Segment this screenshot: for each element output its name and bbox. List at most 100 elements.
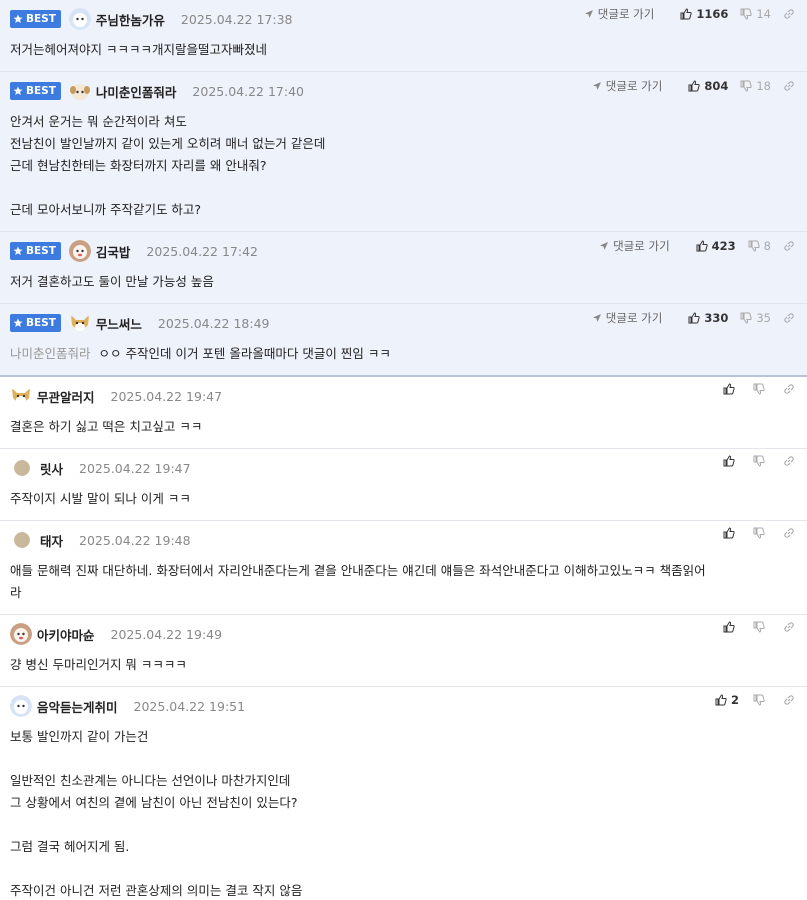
link-button[interactable] bbox=[783, 80, 799, 92]
thumbs-up-icon bbox=[680, 8, 693, 20]
avatar[interactable] bbox=[69, 312, 91, 334]
comment: 릿사 2025.04.22 19:47 주작이지 시발 말이 되나 이게 ㅋㅋ bbox=[0, 449, 807, 521]
arrow-icon bbox=[584, 10, 593, 18]
comment-author[interactable]: 무관알러지 bbox=[37, 387, 95, 406]
goto-reply-link[interactable]: 댓글로 가기 bbox=[592, 310, 662, 326]
avatar[interactable] bbox=[10, 385, 32, 407]
comment-date: 2025.04.22 19:48 bbox=[79, 532, 191, 548]
thumbs-down-icon bbox=[753, 455, 765, 467]
comment-author[interactable]: 릿사 bbox=[40, 459, 63, 478]
comment-body: 애들 문해력 진짜 대단하네. 화장터에서 자리안내준다는게 곁을 안내준다는 … bbox=[10, 563, 706, 600]
best-badge: BEST bbox=[10, 242, 61, 260]
comment-author[interactable]: 나미춘인폼줘라 bbox=[96, 82, 177, 101]
downvote-button[interactable]: 18 bbox=[740, 79, 771, 93]
thumbs-up-icon bbox=[688, 312, 701, 324]
thumbs-up-icon bbox=[696, 240, 708, 252]
thumbs-down-icon bbox=[740, 312, 753, 324]
comment: 아키야마슌 2025.04.22 19:49 걍 병신 두마리인거지 뭐 ㅋㅋㅋ… bbox=[0, 615, 807, 687]
best-badge: BEST bbox=[10, 314, 61, 332]
link-button[interactable] bbox=[783, 621, 799, 633]
comment-author[interactable]: 주님한놈가유 bbox=[96, 10, 165, 29]
arrow-icon bbox=[600, 242, 609, 250]
link-icon bbox=[784, 384, 794, 394]
reply-to-nick[interactable]: 나미춘인폼줘라 bbox=[10, 346, 91, 361]
upvote-button[interactable]: 330 bbox=[688, 311, 728, 325]
upvote-button[interactable] bbox=[723, 527, 739, 539]
comment-author[interactable]: 태자 bbox=[40, 531, 63, 550]
best-comment: BEST 무느써느 2025.04.22 18:49 댓글로 가기 330 35… bbox=[0, 304, 807, 377]
best-badge: BEST bbox=[10, 82, 61, 100]
downvote-button[interactable] bbox=[753, 621, 769, 633]
comment-author[interactable]: 무느써느 bbox=[96, 314, 142, 333]
star-icon bbox=[13, 86, 23, 95]
link-button[interactable] bbox=[783, 8, 799, 20]
thumbs-down-icon bbox=[753, 383, 765, 395]
avatar[interactable] bbox=[69, 80, 91, 102]
comment-body: 결혼은 하기 싫고 떡은 치고싶고 ㅋㅋ bbox=[10, 419, 203, 434]
upvote-button[interactable]: 423 bbox=[696, 239, 736, 253]
downvote-button[interactable] bbox=[753, 383, 769, 395]
goto-reply-link[interactable]: 댓글로 가기 bbox=[584, 6, 654, 22]
thumbs-up-icon bbox=[688, 80, 701, 92]
downvote-button[interactable] bbox=[753, 527, 769, 539]
best-comment: BEST 주님한놈가유 2025.04.22 17:38 댓글로 가기 1166… bbox=[0, 0, 807, 72]
comment-author[interactable]: 음악듣는게취미 bbox=[37, 697, 118, 716]
avatar[interactable] bbox=[14, 460, 30, 476]
goto-reply-link[interactable]: 댓글로 가기 bbox=[599, 238, 670, 254]
avatar[interactable] bbox=[68, 8, 91, 30]
upvote-button[interactable]: 1166 bbox=[680, 7, 728, 21]
downvote-button[interactable]: 14 bbox=[740, 7, 771, 21]
downvote-button[interactable] bbox=[753, 694, 769, 706]
arrow-icon bbox=[592, 314, 601, 322]
avatar[interactable] bbox=[68, 240, 91, 262]
downvote-button[interactable] bbox=[753, 455, 769, 467]
comment-author[interactable]: 김국밥 bbox=[96, 242, 131, 261]
thumbs-down-icon bbox=[748, 240, 760, 252]
thumbs-up-icon bbox=[723, 527, 735, 539]
comment-date: 2025.04.22 17:40 bbox=[192, 83, 304, 99]
thumbs-down-icon bbox=[753, 621, 765, 633]
avatar[interactable] bbox=[14, 532, 30, 548]
star-icon bbox=[13, 318, 23, 327]
link-icon bbox=[784, 81, 794, 91]
upvote-button[interactable] bbox=[723, 621, 739, 633]
thumbs-up-icon bbox=[715, 694, 727, 706]
link-button[interactable] bbox=[783, 455, 799, 467]
comment-body: 걍 병신 두마리인거지 뭐 ㅋㅋㅋㅋ bbox=[10, 657, 187, 672]
comment-body: 주작이지 시발 말이 되나 이게 ㅋㅋ bbox=[10, 491, 191, 506]
link-button[interactable] bbox=[783, 312, 799, 324]
comment: 음악듣는게취미 2025.04.22 19:51 2 보통 발인까지 같이 가는… bbox=[0, 687, 807, 900]
link-button[interactable] bbox=[783, 383, 799, 395]
best-comment: BEST 나미춘인폼줘라 2025.04.22 17:40 댓글로 가기 804… bbox=[0, 72, 807, 232]
comment-body: 나미춘인폼줘라 ㅇㅇ 주작인데 이거 포텐 올라올때마다 댓글이 찐임 ㅋㅋ bbox=[10, 346, 391, 361]
comment-author[interactable]: 아키야마슌 bbox=[37, 625, 95, 644]
link-button[interactable] bbox=[783, 527, 799, 539]
thumbs-down-icon bbox=[740, 8, 753, 20]
link-button[interactable] bbox=[783, 694, 799, 706]
upvote-button[interactable]: 2 bbox=[715, 693, 739, 707]
link-button[interactable] bbox=[783, 240, 799, 252]
thumbs-up-icon bbox=[723, 455, 735, 467]
link-icon bbox=[784, 241, 794, 251]
downvote-button[interactable]: 35 bbox=[740, 311, 771, 325]
comment-date: 2025.04.22 19:47 bbox=[110, 388, 223, 404]
comment-date: 2025.04.22 19:51 bbox=[133, 698, 246, 714]
thumbs-up-icon bbox=[723, 383, 735, 395]
avatar[interactable] bbox=[10, 623, 32, 645]
comment-date: 2025.04.22 19:47 bbox=[79, 460, 191, 476]
comment-date: 2025.04.22 17:38 bbox=[180, 11, 293, 27]
link-icon bbox=[784, 456, 794, 466]
goto-reply-link[interactable]: 댓글로 가기 bbox=[592, 78, 662, 94]
link-icon bbox=[784, 528, 794, 538]
upvote-button[interactable] bbox=[723, 383, 739, 395]
avatar[interactable] bbox=[10, 695, 32, 717]
best-badge: BEST bbox=[10, 10, 61, 28]
thumbs-down-icon bbox=[740, 80, 753, 92]
link-icon bbox=[784, 622, 794, 632]
upvote-button[interactable]: 804 bbox=[688, 79, 728, 93]
thumbs-up-icon bbox=[723, 621, 735, 633]
upvote-button[interactable] bbox=[723, 455, 739, 467]
downvote-button[interactable]: 8 bbox=[748, 239, 771, 253]
comment-date: 2025.04.22 19:49 bbox=[110, 626, 223, 642]
star-icon bbox=[13, 246, 23, 255]
